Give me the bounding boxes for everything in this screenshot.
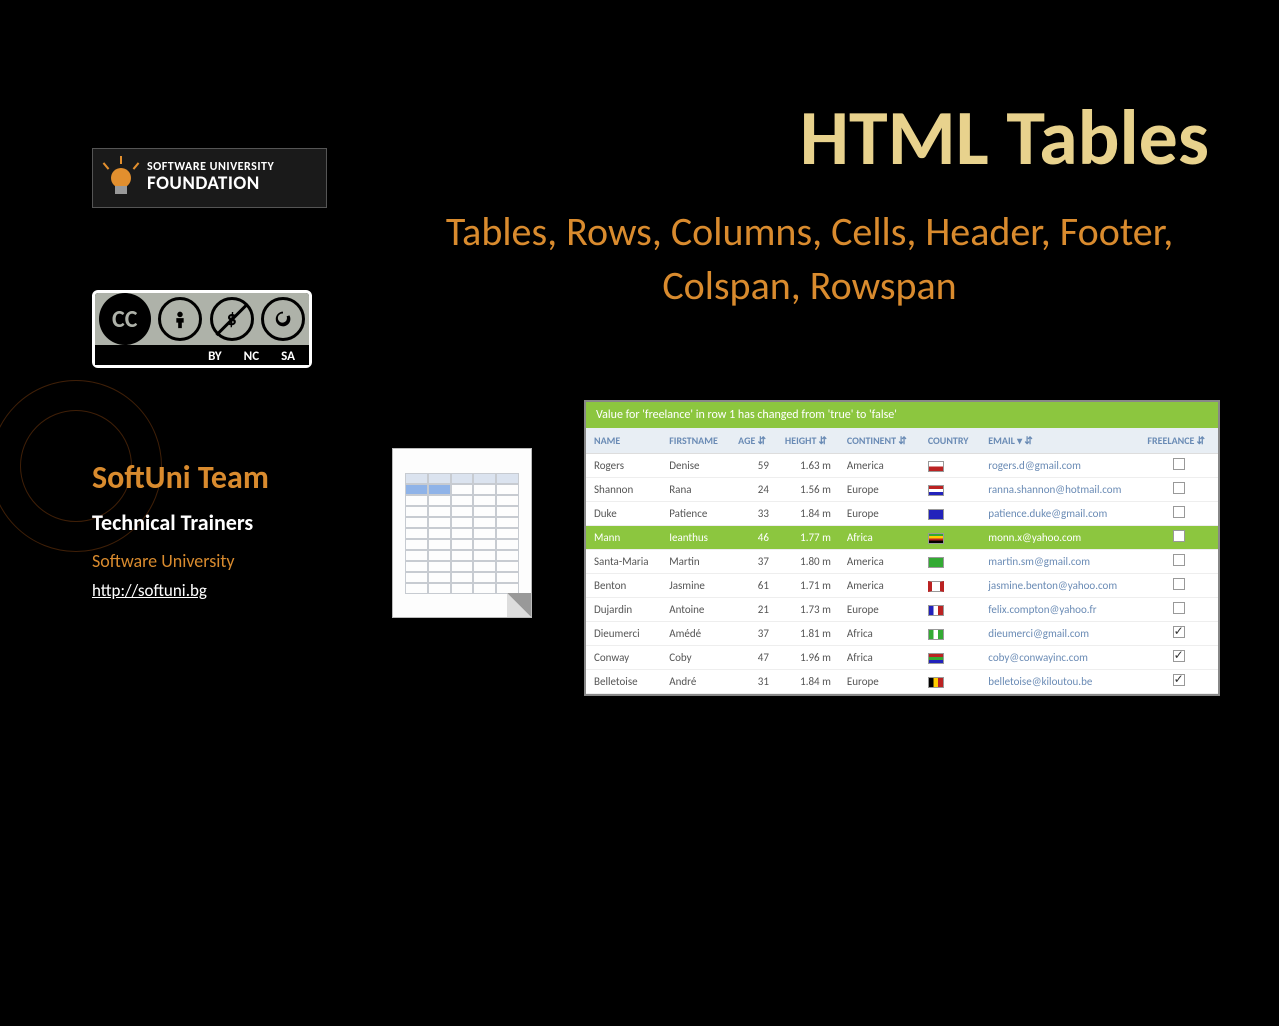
column-header[interactable]: FREELANCE ⇵ <box>1139 428 1218 454</box>
column-header[interactable]: HEIGHT ⇵ <box>777 428 839 454</box>
website-link[interactable]: http://softuni.bg <box>92 580 207 601</box>
freelance-checkbox[interactable] <box>1173 458 1185 470</box>
cc-icon: CC <box>99 293 151 345</box>
table-row[interactable]: DukePatience331.84 mEuropepatience.duke@… <box>586 502 1218 526</box>
freelance-checkbox[interactable] <box>1173 506 1185 518</box>
team-name: SoftUni Team <box>92 458 269 497</box>
flag-icon <box>928 605 944 616</box>
freelance-checkbox[interactable] <box>1173 674 1185 686</box>
change-notice: Value for 'freelance' in row 1 has chang… <box>586 402 1218 428</box>
slide-title: HTML Tables <box>800 90 1209 185</box>
logo-line2: FOUNDATION <box>147 174 274 195</box>
table-row[interactable]: ShannonRana241.56 mEuroperanna.shannon@h… <box>586 478 1218 502</box>
table-row[interactable]: RogersDenise591.63 mAmericarogers.d@gmai… <box>586 454 1218 478</box>
sharealike-icon <box>261 297 305 341</box>
column-header[interactable]: FIRSTNAME <box>661 428 730 454</box>
flag-icon <box>928 557 944 568</box>
flag-icon <box>928 677 944 688</box>
flag-icon <box>928 629 944 640</box>
column-header[interactable]: COUNTRY <box>920 428 980 454</box>
column-header[interactable]: EMAIL ▾ ⇵ <box>980 428 1139 454</box>
freelance-checkbox[interactable] <box>1173 626 1185 638</box>
table-row[interactable]: ConwayCoby471.96 mAfricacoby@conwayinc.c… <box>586 646 1218 670</box>
noncommercial-icon: $ <box>210 297 254 341</box>
team-role: Technical Trainers <box>92 509 269 536</box>
attribution-icon <box>158 297 202 341</box>
freelance-checkbox[interactable] <box>1173 650 1185 662</box>
table-row[interactable]: DieumerciAmédé371.81 mAfricadieumerci@gm… <box>586 622 1218 646</box>
sample-table-screenshot: Value for 'freelance' in row 1 has chang… <box>584 400 1220 696</box>
column-header[interactable]: CONTINENT ⇵ <box>839 428 920 454</box>
table-row[interactable]: DujardinAntoine211.73 mEuropefelix.compt… <box>586 598 1218 622</box>
data-table: NAMEFIRSTNAMEAGE ⇵HEIGHT ⇵CONTINENT ⇵COU… <box>586 428 1218 694</box>
table-row[interactable]: BentonJasmine611.71 mAmericajasmine.bent… <box>586 574 1218 598</box>
cc-nc-label: NC <box>244 349 259 364</box>
flag-icon <box>928 533 944 544</box>
spreadsheet-icon <box>392 448 532 618</box>
flag-icon <box>928 485 944 496</box>
freelance-checkbox[interactable] <box>1173 578 1185 590</box>
table-row[interactable]: BelletoiseAndré311.84 mEuropebelletoise@… <box>586 670 1218 694</box>
table-row[interactable]: Santa-MariaMartin371.80 mAmericamartin.s… <box>586 550 1218 574</box>
cc-by-label: BY <box>208 349 222 364</box>
lightbulb-icon <box>103 156 139 200</box>
flag-icon <box>928 509 944 520</box>
flag-icon <box>928 461 944 472</box>
organization: Software University <box>92 550 269 572</box>
freelance-checkbox[interactable] <box>1173 554 1185 566</box>
cc-sa-label: SA <box>281 349 295 364</box>
column-header[interactable]: AGE ⇵ <box>730 428 777 454</box>
freelance-checkbox[interactable] <box>1173 482 1185 494</box>
credits-block: SoftUni Team Technical Trainers Software… <box>92 458 269 601</box>
flag-icon <box>928 653 944 664</box>
table-row[interactable]: MannIeanthus461.77 mAfricamonn.x@yahoo.c… <box>586 526 1218 550</box>
flag-icon <box>928 581 944 592</box>
freelance-checkbox[interactable] <box>1173 602 1185 614</box>
column-header[interactable]: NAME <box>586 428 661 454</box>
cc-license-badge: CC $ BY NC SA <box>92 290 312 368</box>
softuni-foundation-logo: SOFTWARE UNIVERSITY FOUNDATION <box>92 148 327 208</box>
freelance-checkbox[interactable] <box>1173 530 1185 542</box>
slide-subtitle: Tables, Rows, Columns, Cells, Header, Fo… <box>390 205 1229 313</box>
